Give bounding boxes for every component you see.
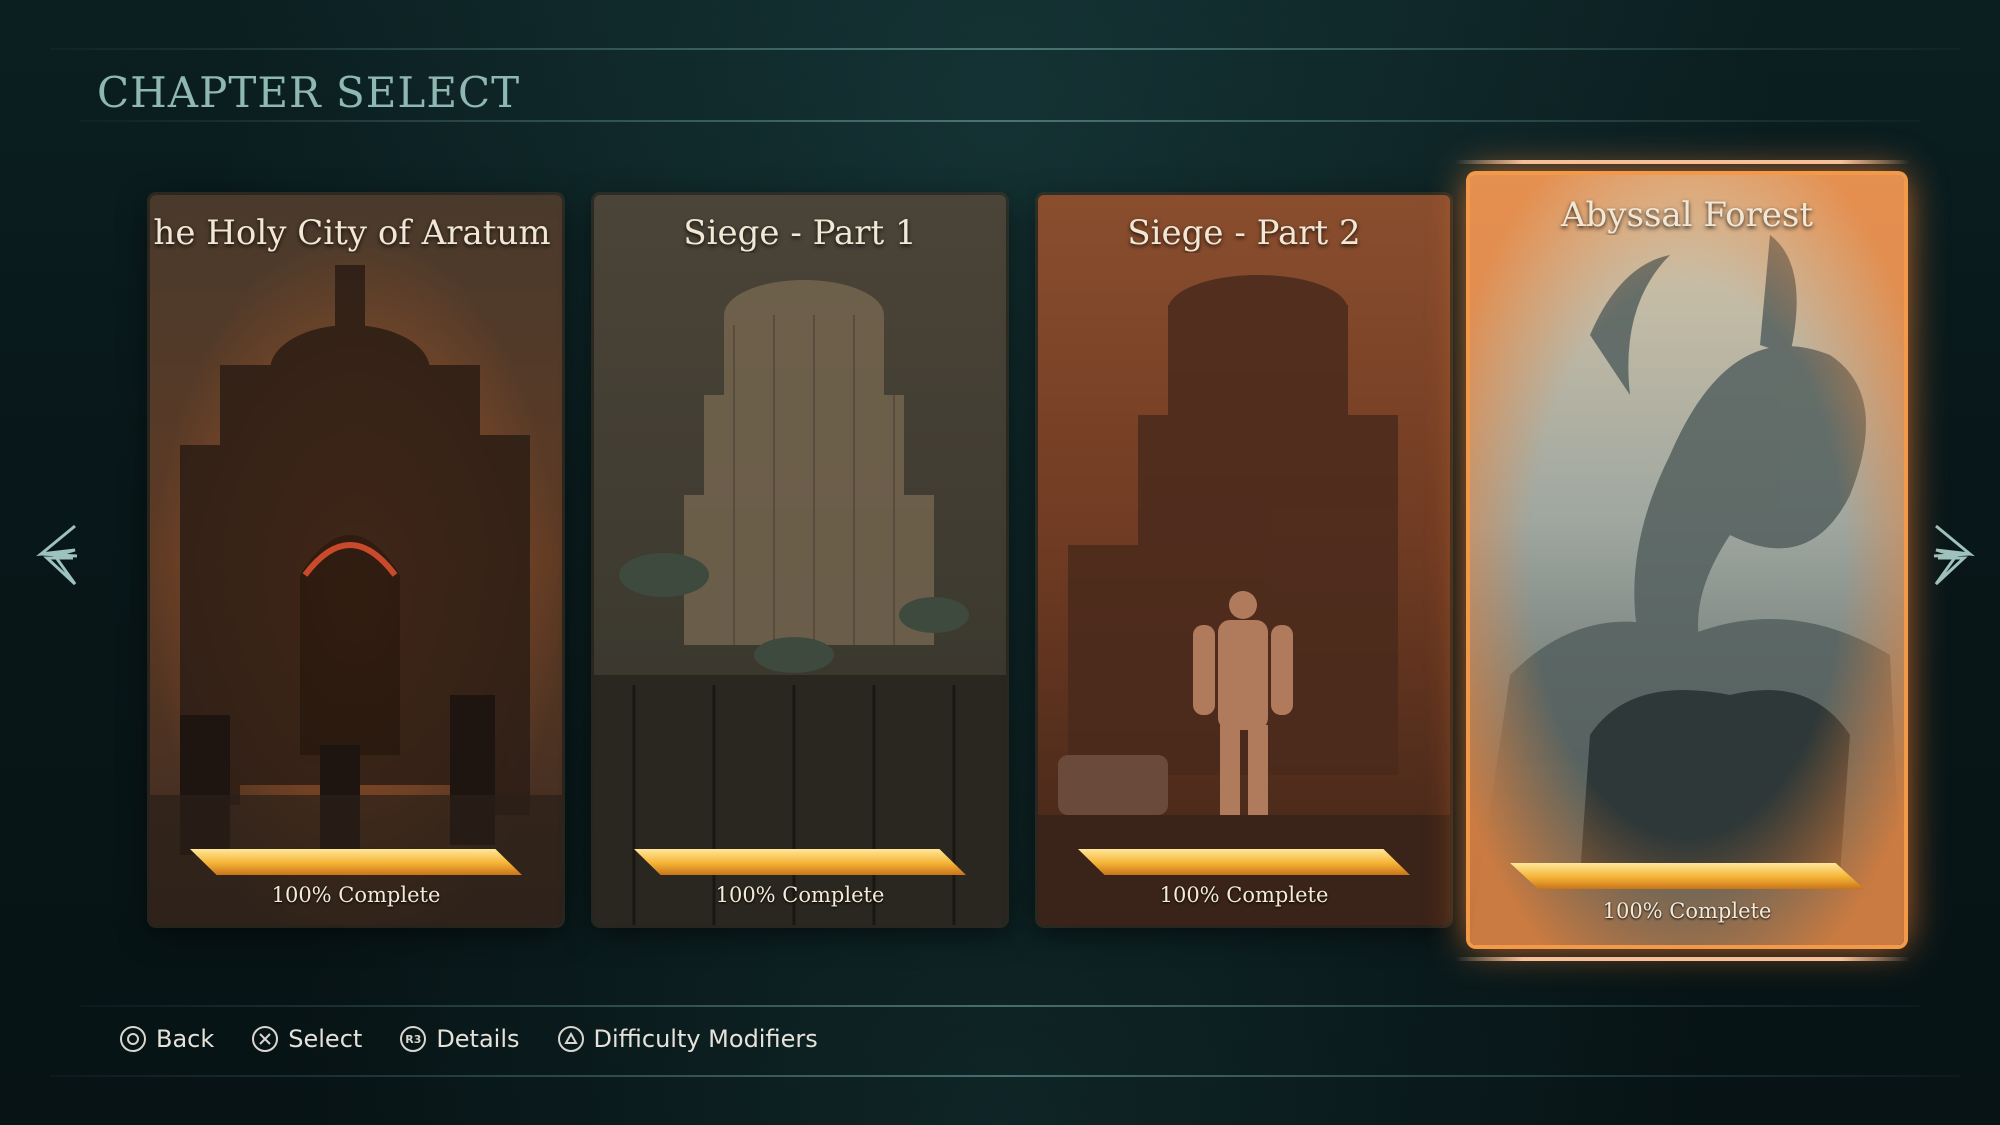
progress-label: 100% Complete [271,883,441,907]
selection-top-bar [1455,160,1910,164]
progress-label: 100% Complete [715,883,885,907]
chapter-title: he Holy City of Aratum [153,213,551,253]
progress-bar [1510,863,1864,889]
chevron-right-icon[interactable] [1918,520,1978,590]
chapter-art-holy-city [150,195,562,925]
progress-bar [1078,849,1410,875]
r3-button-icon: R3 [400,1026,427,1052]
chapter-title: Abyssal Forest [1560,195,1814,235]
chapter-card-siege-part-1[interactable]: Siege - Part 1 100% Complete [594,195,1006,925]
select-label: Select [288,1025,363,1053]
chapter-card-siege-part-2[interactable]: Siege - Part 2 100% Complete [1038,195,1450,925]
header-underline [80,120,1920,122]
page-title: CHAPTER SELECT [97,68,521,117]
chapter-title: Siege - Part 2 [1127,213,1361,253]
progress-bar [190,849,522,875]
top-frame-line [50,48,1960,50]
chapter-art-siege-part-2 [1038,195,1450,925]
difficulty-hint[interactable]: Difficulty Modifiers [557,1025,818,1053]
chevron-left-icon[interactable] [33,520,93,590]
progress-bar [634,849,966,875]
selection-bottom-bar [1455,957,1910,961]
select-hint[interactable]: Select [252,1025,362,1053]
cross-button-icon [252,1026,279,1052]
chapter-art-abyssal-forest [1470,175,1904,945]
back-label: Back [156,1025,215,1053]
triangle-button-icon [557,1026,584,1052]
details-hint[interactable]: R3 Details [400,1025,520,1053]
back-hint[interactable]: Back [120,1025,214,1053]
chapter-art-siege-part-1 [594,195,1006,925]
progress-label: 100% Complete [1602,899,1772,923]
circle-button-icon [120,1026,146,1052]
details-label: Details [436,1025,520,1053]
chapter-title: Siege - Part 1 [683,213,917,253]
difficulty-label: Difficulty Modifiers [593,1025,818,1053]
bottom-frame-line [50,1075,1960,1077]
progress-label: 100% Complete [1159,883,1329,907]
button-hints: Back Select R3 Details Difficulty Modifi… [120,1025,818,1053]
footer-top-line [80,1005,1920,1007]
chapter-card-abyssal-forest[interactable]: Abyssal Forest 100% Complete [1470,175,1904,945]
chapter-card-holy-city[interactable]: he Holy City of Aratum 100% Complete [150,195,562,925]
